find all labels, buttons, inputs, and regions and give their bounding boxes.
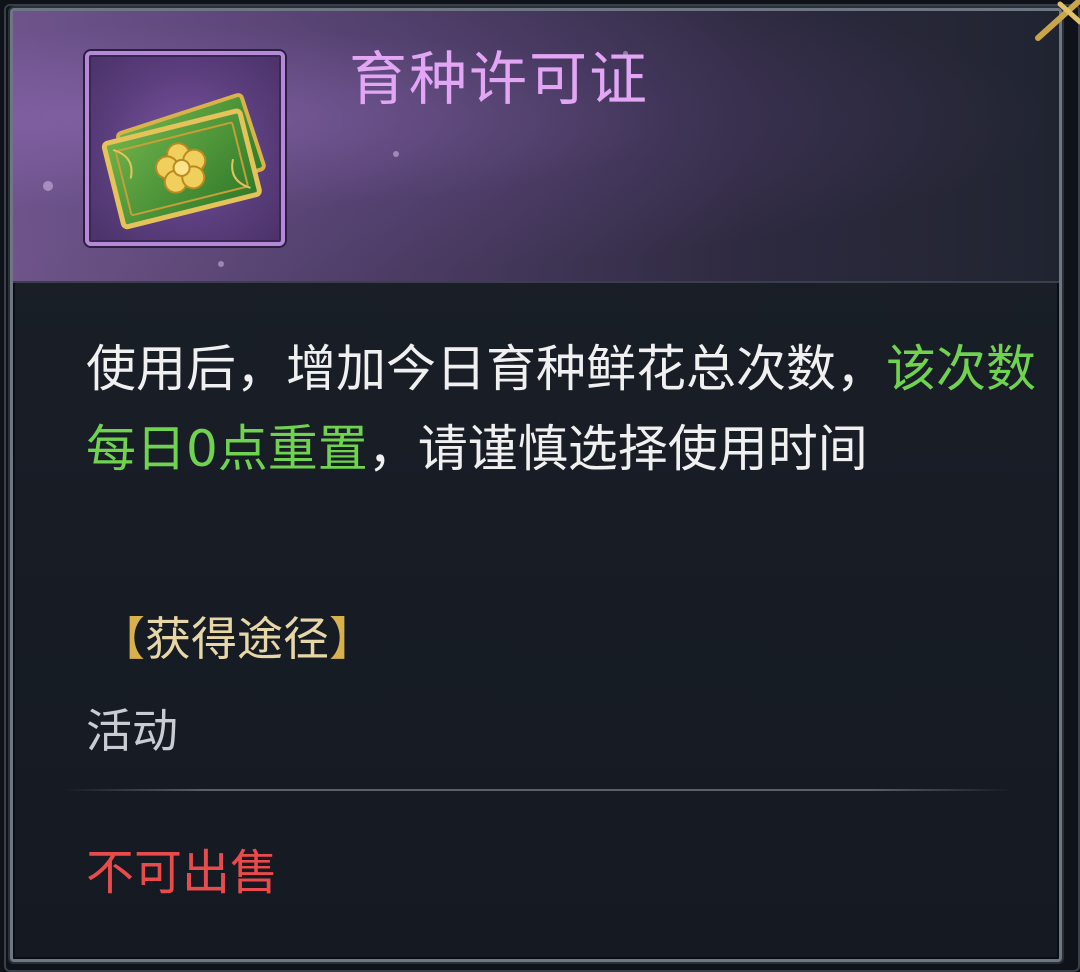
sparkle-particle bbox=[393, 151, 399, 157]
item-icon-frame bbox=[85, 51, 285, 246]
sparkle-particle bbox=[43, 181, 53, 191]
green-ticket-with-gold-flower-icon bbox=[101, 93, 266, 230]
description-text-end: ，请谨慎选择使用时间 bbox=[367, 420, 868, 478]
item-tooltip: 育种许可证 使用后，增加今日育种鲜花总次数，该次数每日0点重置，请谨慎选择使用时… bbox=[10, 8, 1062, 962]
sell-status: 不可出售 bbox=[86, 845, 279, 901]
item-name: 育种许可证 bbox=[349, 45, 650, 113]
item-description: 使用后，增加今日育种鲜花总次数，该次数每日0点重置，请谨慎选择使用时间 bbox=[86, 329, 1036, 489]
close-button[interactable] bbox=[1030, 0, 1080, 44]
divider bbox=[63, 789, 1013, 791]
acquisition-label: 获得途径 bbox=[145, 612, 329, 666]
bracket-open: 【 bbox=[99, 612, 145, 666]
acquisition-header: 【获得途径】 bbox=[99, 609, 375, 669]
acquisition-value: 活动 bbox=[86, 704, 178, 758]
tooltip-header: 育种许可证 bbox=[13, 11, 1059, 283]
description-text: 使用后，增加今日育种鲜花总次数， bbox=[86, 340, 886, 398]
sparkle-particle bbox=[218, 261, 224, 267]
bracket-close: 】 bbox=[329, 612, 375, 666]
close-x-icon bbox=[1035, 0, 1080, 41]
